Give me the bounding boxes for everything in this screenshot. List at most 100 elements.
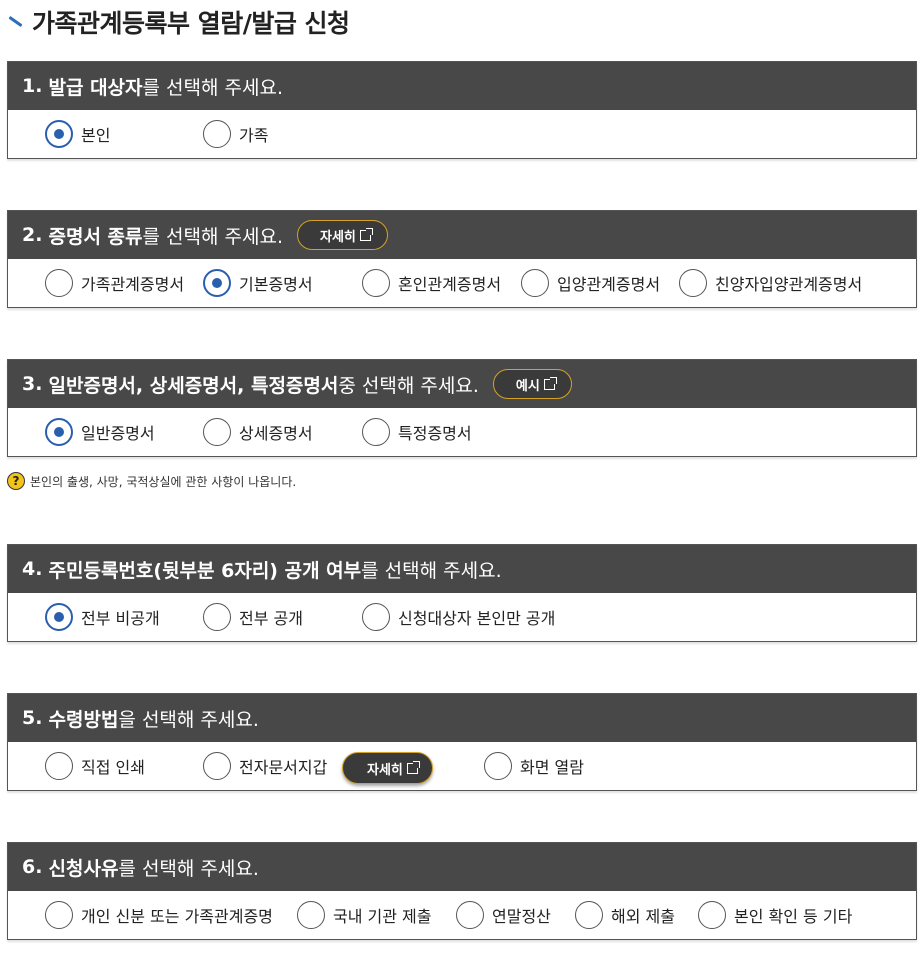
example-button[interactable]: 예시 — [492, 369, 572, 399]
section-number: 2. — [22, 224, 43, 246]
section-header: 5. 수령방법 을 선택해 주세요. — [8, 694, 916, 742]
radio-option-e-wallet[interactable]: 전자문서지갑 — [203, 751, 327, 781]
radio-option-full-adoption-cert[interactable]: 친양자입양관계증명서 — [679, 268, 862, 298]
option-label: 혼인관계증명서 — [398, 275, 502, 294]
radio-option-applicant-only[interactable]: 신청대상자 본인만 공개 — [362, 602, 555, 632]
radio-button[interactable] — [575, 901, 603, 929]
details-button-label: 자세히 — [320, 229, 356, 245]
options-row: 직접 인쇄 전자문서지갑 자세히 화면 열람 — [8, 742, 916, 790]
question-icon: ? — [7, 472, 25, 490]
radio-option-year-end-tax[interactable]: 연말정산 — [456, 900, 551, 930]
option-label: 신청대상자 본인만 공개 — [398, 609, 556, 628]
section-heading-bold: 수령방법 — [48, 708, 119, 731]
section-header: 6. 신청사유 를 선택해 주세요. — [8, 843, 916, 891]
radio-option-domestic-agency[interactable]: 국내 기관 제출 — [297, 900, 432, 930]
options-row: 전부 비공개 전부 공개 신청대상자 본인만 공개 — [8, 593, 916, 641]
option-label: 친양자입양관계증명서 — [715, 275, 863, 294]
details-button-label: 자세히 — [367, 762, 403, 778]
external-link-icon — [543, 376, 557, 390]
title-accent-icon — [8, 15, 22, 29]
radio-button[interactable] — [45, 901, 73, 929]
option-label: 입양관계증명서 — [557, 275, 661, 294]
section-number: 1. — [22, 75, 43, 97]
radio-button[interactable] — [203, 120, 231, 148]
radio-button-selected[interactable] — [45, 418, 73, 446]
option-label: 가족관계증명서 — [81, 275, 185, 294]
radio-option-family-relation-cert[interactable]: 가족관계증명서 — [45, 268, 184, 298]
options-row: 일반증명서 상세증명서 특정증명서 — [8, 408, 916, 456]
radio-button[interactable] — [203, 418, 231, 446]
radio-option-marriage-cert[interactable]: 혼인관계증명서 — [362, 268, 501, 298]
section-header: 4. 주민등록번호(뒷부분 6자리) 공개 여부 를 선택해 주세요. — [8, 545, 916, 593]
section-number: 5. — [22, 707, 43, 729]
radio-button-selected[interactable] — [45, 603, 73, 631]
radio-button-selected[interactable] — [203, 269, 231, 297]
radio-button[interactable] — [362, 418, 390, 446]
radio-button[interactable] — [484, 752, 512, 780]
section-rrn-disclosure: 4. 주민등록번호(뒷부분 6자리) 공개 여부 를 선택해 주세요. 전부 비공… — [7, 544, 917, 642]
radio-option-adoption-cert[interactable]: 입양관계증명서 — [521, 268, 660, 298]
option-label: 전자문서지갑 — [239, 758, 328, 777]
radio-option-all-public[interactable]: 전부 공개 — [203, 602, 303, 632]
radio-button[interactable] — [362, 603, 390, 631]
section-certificate-detail-level: 3. 일반증명서, 상세증명서, 특정증명서 중 선택해 주세요. 예시 일반증… — [7, 359, 917, 457]
option-label: 상세증명서 — [239, 424, 313, 443]
section-header: 2. 증명서 종류 를 선택해 주세요. 자세히 — [8, 211, 916, 259]
section-number: 3. — [22, 373, 43, 395]
radio-button[interactable] — [679, 269, 707, 297]
radio-option-screen-view[interactable]: 화면 열람 — [484, 751, 584, 781]
section-header: 1. 발급 대상자 를 선택해 주세요. — [8, 62, 916, 110]
radio-button[interactable] — [456, 901, 484, 929]
option-label: 직접 인쇄 — [81, 758, 145, 777]
radio-option-general[interactable]: 일반증명서 — [45, 417, 155, 447]
option-label: 해외 제출 — [611, 907, 675, 926]
radio-option-family[interactable]: 가족 — [203, 119, 268, 149]
section-heading-bold: 발급 대상자 — [48, 76, 143, 99]
option-label: 전부 공개 — [239, 609, 303, 628]
section-heading-bold: 주민등록번호(뒷부분 6자리) 공개 여부 — [48, 559, 362, 582]
page-title-bar: 가족관계등록부 열람/발급 신청 — [8, 4, 350, 40]
section-heading-bold: 신청사유 — [48, 857, 119, 880]
option-label: 일반증명서 — [81, 424, 155, 443]
radio-option-detailed[interactable]: 상세증명서 — [203, 417, 313, 447]
option-label: 가족 — [239, 126, 269, 145]
radio-button[interactable] — [297, 901, 325, 929]
options-row: 개인 신분 또는 가족관계증명 국내 기관 제출 연말정산 해외 제출 본인 확… — [8, 891, 916, 939]
section-heading-rest: 중 선택해 주세요. — [338, 374, 479, 397]
radio-option-basic-cert[interactable]: 기본증명서 — [203, 268, 313, 298]
e-wallet-details-button[interactable]: 자세히 — [342, 752, 433, 784]
details-button[interactable]: 자세히 — [297, 220, 388, 250]
radio-button[interactable] — [45, 752, 73, 780]
radio-button[interactable] — [203, 752, 231, 780]
section-header: 3. 일반증명서, 상세증명서, 특정증명서 중 선택해 주세요. 예시 — [8, 360, 916, 408]
radio-button[interactable] — [698, 901, 726, 929]
radio-button-selected[interactable] — [45, 120, 73, 148]
option-label: 특정증명서 — [398, 424, 472, 443]
section-issue-target: 1. 발급 대상자 를 선택해 주세요. 본인 가족 — [7, 61, 917, 159]
external-link-icon — [359, 227, 373, 241]
page-title: 가족관계등록부 열람/발급 신청 — [32, 9, 350, 38]
section-heading-rest: 를 선택해 주세요. — [361, 559, 502, 582]
section-number: 6. — [22, 856, 43, 878]
option-label: 기본증명서 — [239, 275, 313, 294]
section-receipt-method: 5. 수령방법 을 선택해 주세요. 직접 인쇄 전자문서지갑 자세히 화면 열람 — [7, 693, 917, 791]
radio-option-personal-identity[interactable]: 개인 신분 또는 가족관계증명 — [45, 900, 273, 930]
section-heading-bold: 증명서 종류 — [48, 225, 143, 248]
radio-option-self[interactable]: 본인 — [45, 119, 110, 149]
radio-option-other[interactable]: 본인 확인 등 기타 — [698, 900, 852, 930]
radio-option-all-private[interactable]: 전부 비공개 — [45, 602, 160, 632]
radio-button[interactable] — [362, 269, 390, 297]
option-label: 연말정산 — [492, 907, 551, 926]
radio-option-direct-print[interactable]: 직접 인쇄 — [45, 751, 145, 781]
section-heading-rest: 를 선택해 주세요. — [142, 225, 283, 248]
radio-button[interactable] — [45, 269, 73, 297]
radio-button[interactable] — [521, 269, 549, 297]
radio-option-overseas[interactable]: 해외 제출 — [575, 900, 675, 930]
section-certificate-type: 2. 증명서 종류 를 선택해 주세요. 자세히 가족관계증명서 기본증명서 혼인… — [7, 210, 917, 308]
section-heading-rest: 를 선택해 주세요. — [118, 857, 259, 880]
option-label: 본인 — [81, 126, 111, 145]
radio-button[interactable] — [203, 603, 231, 631]
option-label: 본인 확인 등 기타 — [734, 907, 853, 926]
option-label: 국내 기관 제출 — [333, 907, 432, 926]
radio-option-specific[interactable]: 특정증명서 — [362, 417, 472, 447]
